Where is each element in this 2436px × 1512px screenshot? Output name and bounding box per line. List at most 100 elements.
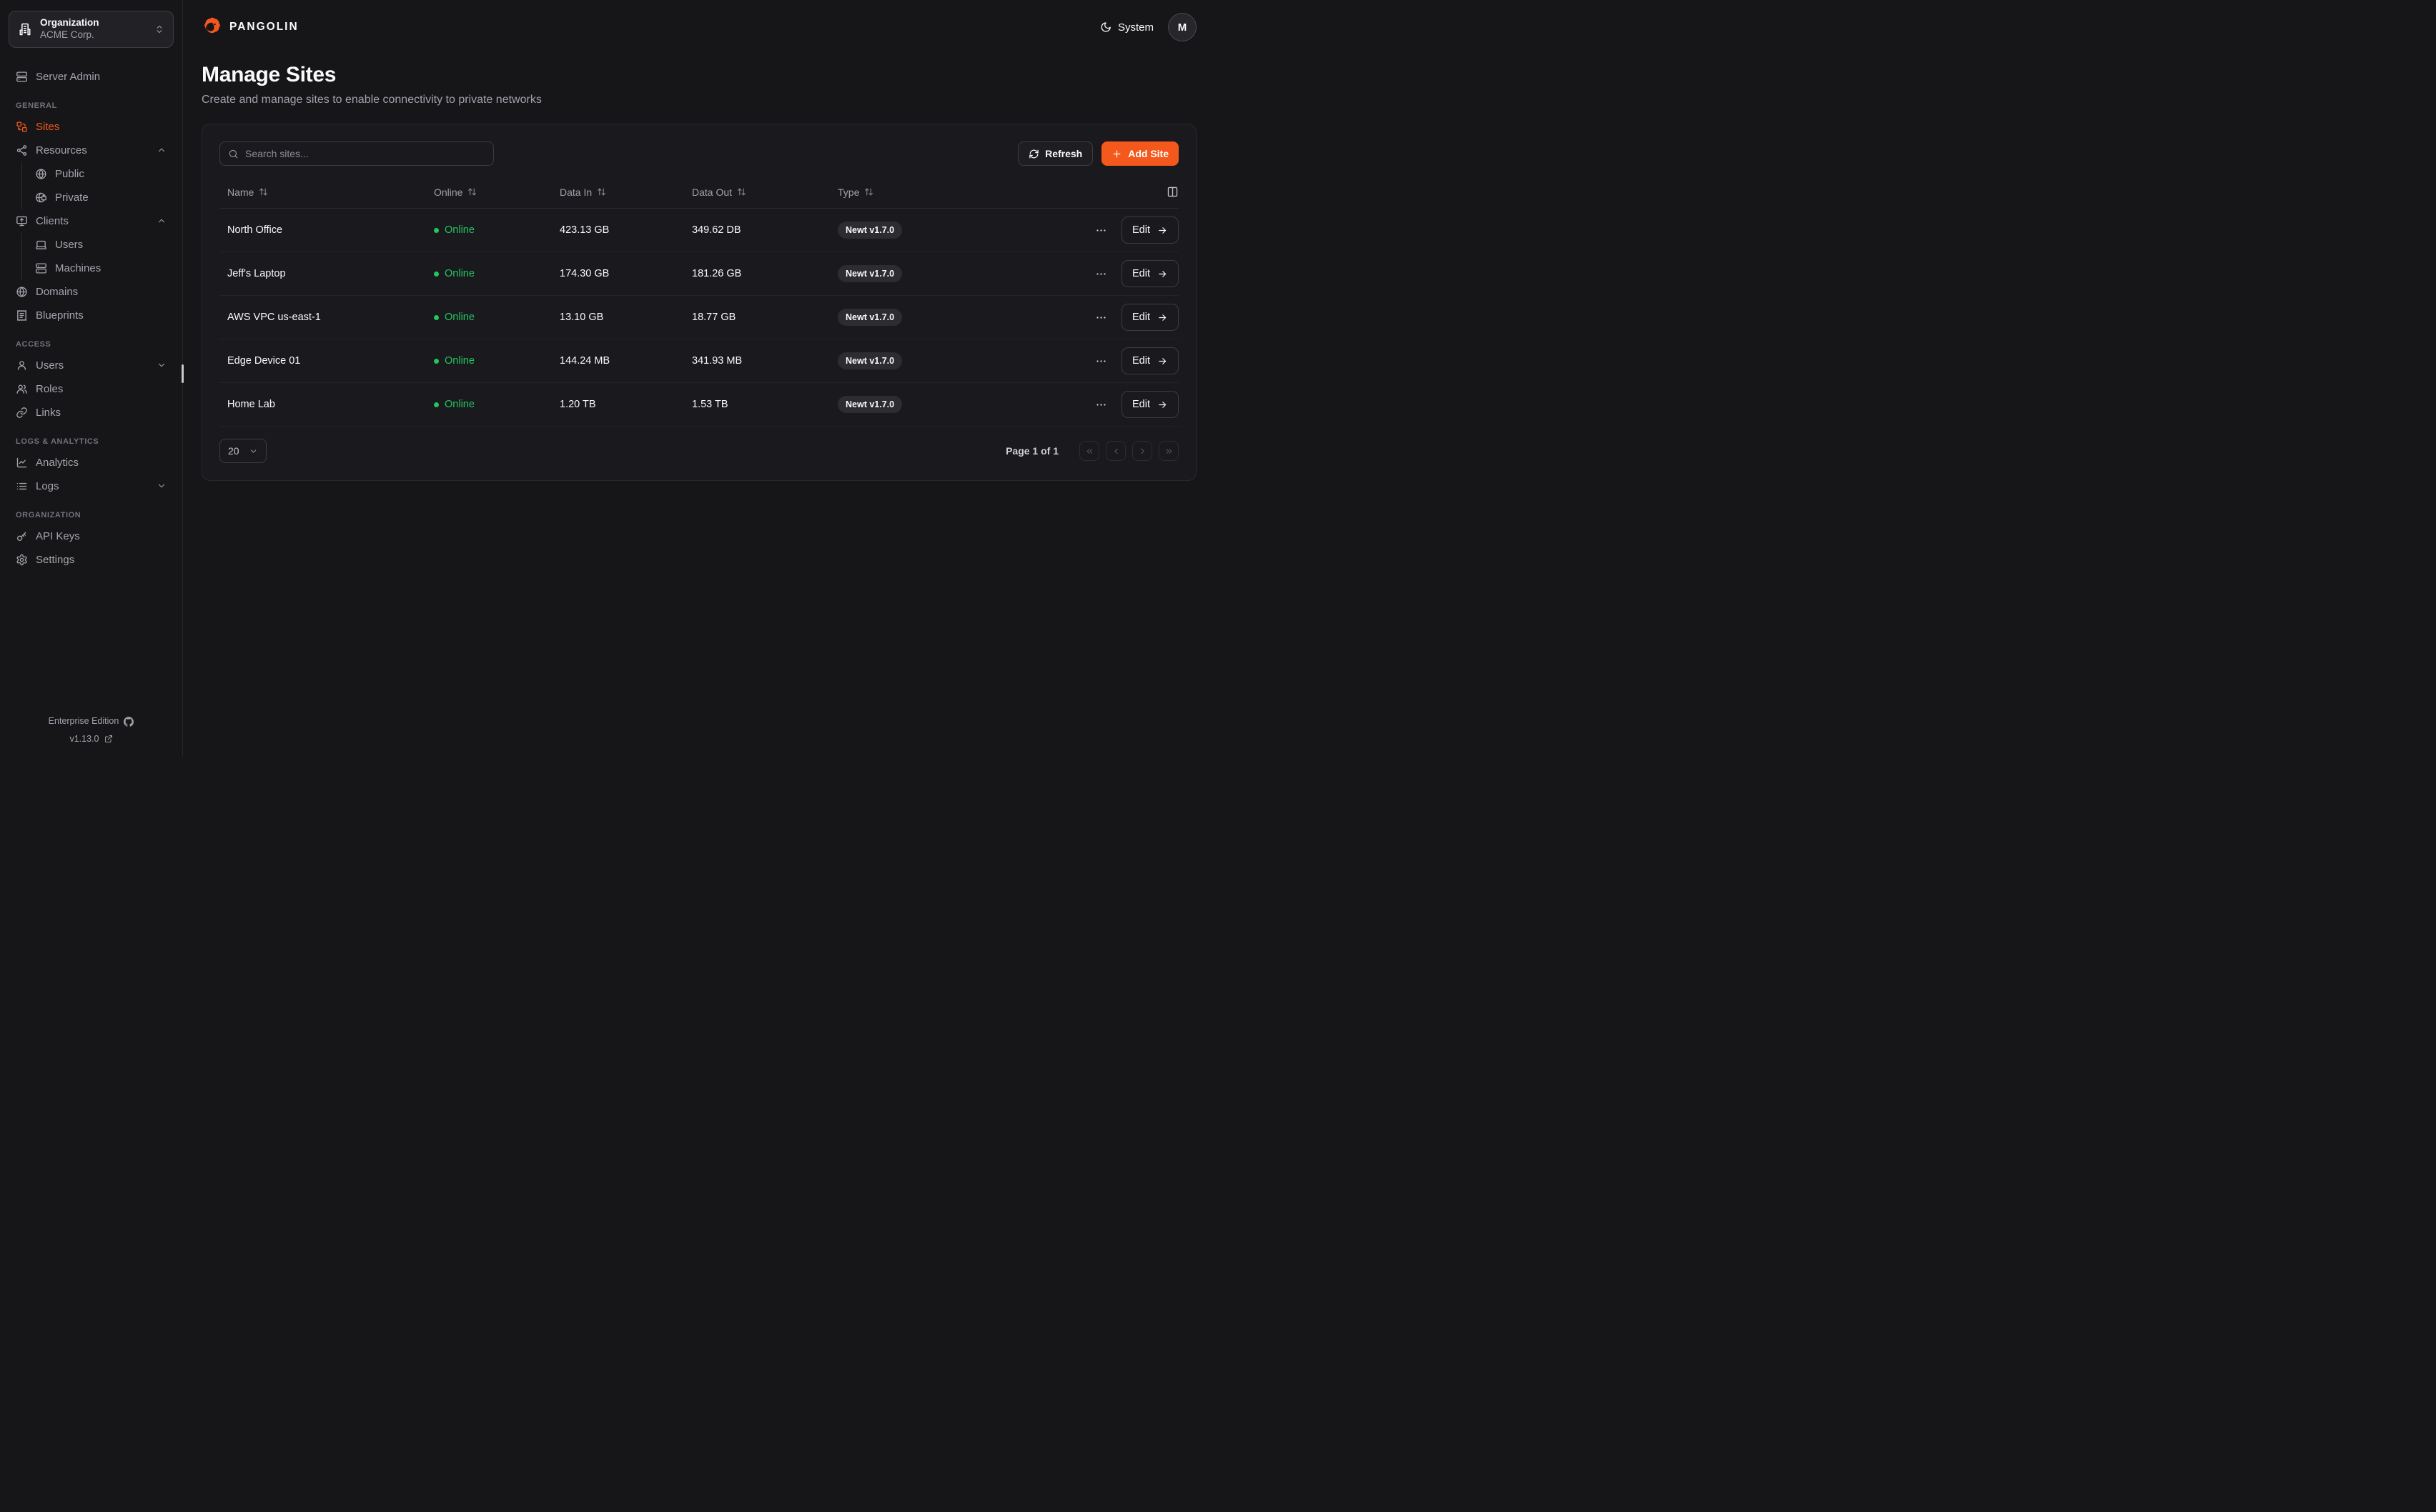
organization-switcher[interactable]: Organization ACME Corp. — [9, 11, 174, 48]
refresh-button[interactable]: Refresh — [1018, 141, 1093, 166]
columns-toggle-button[interactable] — [1167, 186, 1179, 198]
table-row: Jeff's Laptop Online 174.30 GB 181.26 GB… — [219, 252, 1179, 296]
column-header-name[interactable]: Name — [219, 186, 434, 198]
chevrons-up-down-icon — [154, 24, 164, 34]
sidebar-item-blueprints[interactable]: Blueprints — [9, 304, 174, 327]
version-label: v1.13.0 — [69, 735, 99, 744]
type-badge: Newt v1.7.0 — [838, 265, 902, 282]
data-in-value: 174.30 GB — [560, 268, 692, 279]
sidebar-nav: Server Admin GENERAL Sites Resources Pub… — [9, 65, 174, 572]
arrow-right-icon — [1157, 269, 1168, 279]
edit-button[interactable]: Edit — [1122, 304, 1179, 331]
pangolin-logo-icon — [202, 16, 223, 38]
site-name: Jeff's Laptop — [219, 268, 434, 279]
sidebar-item-label: Server Admin — [36, 71, 100, 83]
sort-icon — [259, 187, 268, 197]
section-label-access: ACCESS — [16, 340, 167, 349]
edit-button[interactable]: Edit — [1122, 347, 1179, 374]
sidebar-item-domains[interactable]: Domains — [9, 280, 174, 304]
column-header-online[interactable]: Online — [434, 186, 560, 198]
status-badge: Online — [434, 224, 560, 236]
sidebar-footer: Enterprise Edition v1.13.0 — [9, 709, 174, 750]
app-root: Organization ACME Corp. Server Admin GEN… — [0, 0, 1218, 756]
edit-button[interactable]: Edit — [1122, 217, 1179, 244]
column-header-data-in[interactable]: Data In — [560, 186, 692, 198]
search-input[interactable] — [245, 148, 485, 159]
sidebar-item-api-keys[interactable]: API Keys — [9, 524, 174, 548]
column-header-type[interactable]: Type — [838, 186, 1029, 198]
sidebar-item-label: Links — [36, 407, 61, 419]
external-link-icon[interactable] — [104, 735, 113, 743]
row-menu-button[interactable] — [1095, 355, 1107, 367]
table-row: North Office Online 423.13 GB 349.62 DB … — [219, 209, 1179, 252]
server-icon — [16, 71, 28, 83]
prev-page-button[interactable] — [1106, 441, 1126, 461]
refresh-icon — [1029, 149, 1039, 159]
row-menu-button[interactable] — [1095, 224, 1107, 237]
server-icon — [35, 262, 47, 274]
sidebar-item-label: Settings — [36, 554, 74, 566]
add-site-button[interactable]: Add Site — [1101, 141, 1179, 166]
sidebar-item-machines[interactable]: Machines — [26, 257, 174, 280]
page-info: Page 1 of 1 — [1006, 445, 1059, 457]
sidebar-item-client-users[interactable]: Users — [26, 233, 174, 257]
site-name: North Office — [219, 224, 434, 236]
last-page-button[interactable] — [1159, 441, 1179, 461]
users-icon — [16, 383, 28, 395]
table-header: Name Online Data In Data Out Type — [219, 176, 1179, 209]
online-dot-icon — [434, 402, 439, 407]
sidebar-item-public[interactable]: Public — [26, 162, 174, 186]
online-dot-icon — [434, 228, 439, 233]
sidebar-item-users[interactable]: Users — [9, 354, 174, 377]
edit-button[interactable]: Edit — [1122, 260, 1179, 287]
chevron-up-icon — [157, 145, 167, 155]
sidebar-item-analytics[interactable]: Analytics — [9, 451, 174, 474]
sidebar-item-server-admin[interactable]: Server Admin — [9, 65, 174, 89]
sidebar-item-sites[interactable]: Sites — [9, 115, 174, 139]
status-badge: Online — [434, 355, 560, 367]
chevron-up-icon — [157, 216, 167, 226]
online-dot-icon — [434, 359, 439, 364]
edit-button[interactable]: Edit — [1122, 391, 1179, 418]
ellipsis-icon — [1095, 399, 1107, 411]
sidebar-item-settings[interactable]: Settings — [9, 548, 174, 572]
sidebar-item-clients[interactable]: Clients — [9, 209, 174, 233]
brand-wordmark: PANGOLIN — [229, 21, 299, 34]
column-header-data-out[interactable]: Data Out — [692, 186, 838, 198]
data-out-value: 349.62 DB — [692, 224, 838, 236]
user-icon — [16, 359, 28, 372]
type-badge: Newt v1.7.0 — [838, 222, 902, 239]
sidebar-item-resources[interactable]: Resources — [9, 139, 174, 162]
sort-icon — [467, 187, 477, 197]
ellipsis-icon — [1095, 355, 1107, 367]
site-name: Edge Device 01 — [219, 355, 434, 367]
site-name: AWS VPC us-east-1 — [219, 312, 434, 323]
chevron-down-icon — [249, 447, 258, 456]
chevron-right-icon — [1138, 447, 1147, 456]
type-badge: Newt v1.7.0 — [838, 396, 902, 413]
data-out-value: 181.26 GB — [692, 268, 838, 279]
page-size-select[interactable]: 20 — [219, 439, 267, 463]
row-menu-button[interactable] — [1095, 312, 1107, 324]
sidebar-item-private[interactable]: Private — [26, 186, 174, 209]
sidebar-item-links[interactable]: Links — [9, 401, 174, 424]
theme-toggle[interactable]: System — [1100, 21, 1154, 34]
row-menu-button[interactable] — [1095, 399, 1107, 411]
next-page-button[interactable] — [1132, 441, 1152, 461]
sidebar-item-roles[interactable]: Roles — [9, 377, 174, 401]
edition-label: Enterprise Edition — [49, 717, 119, 726]
data-in-value: 423.13 GB — [560, 224, 692, 236]
first-page-button[interactable] — [1079, 441, 1099, 461]
main-content: PANGOLIN System M Manage Sites Create an… — [183, 0, 1218, 756]
sidebar-item-logs[interactable]: Logs — [9, 474, 174, 498]
row-menu-button[interactable] — [1095, 268, 1107, 280]
github-icon[interactable] — [124, 717, 134, 727]
avatar[interactable]: M — [1168, 13, 1197, 41]
page-subtitle: Create and manage sites to enable connec… — [202, 94, 1197, 106]
sidebar-item-label: Private — [55, 192, 89, 204]
sidebar-resize-handle[interactable] — [182, 364, 184, 383]
sort-icon — [864, 187, 873, 197]
data-out-value: 341.93 MB — [692, 355, 838, 367]
link-icon — [16, 407, 28, 419]
theme-label: System — [1118, 21, 1154, 34]
